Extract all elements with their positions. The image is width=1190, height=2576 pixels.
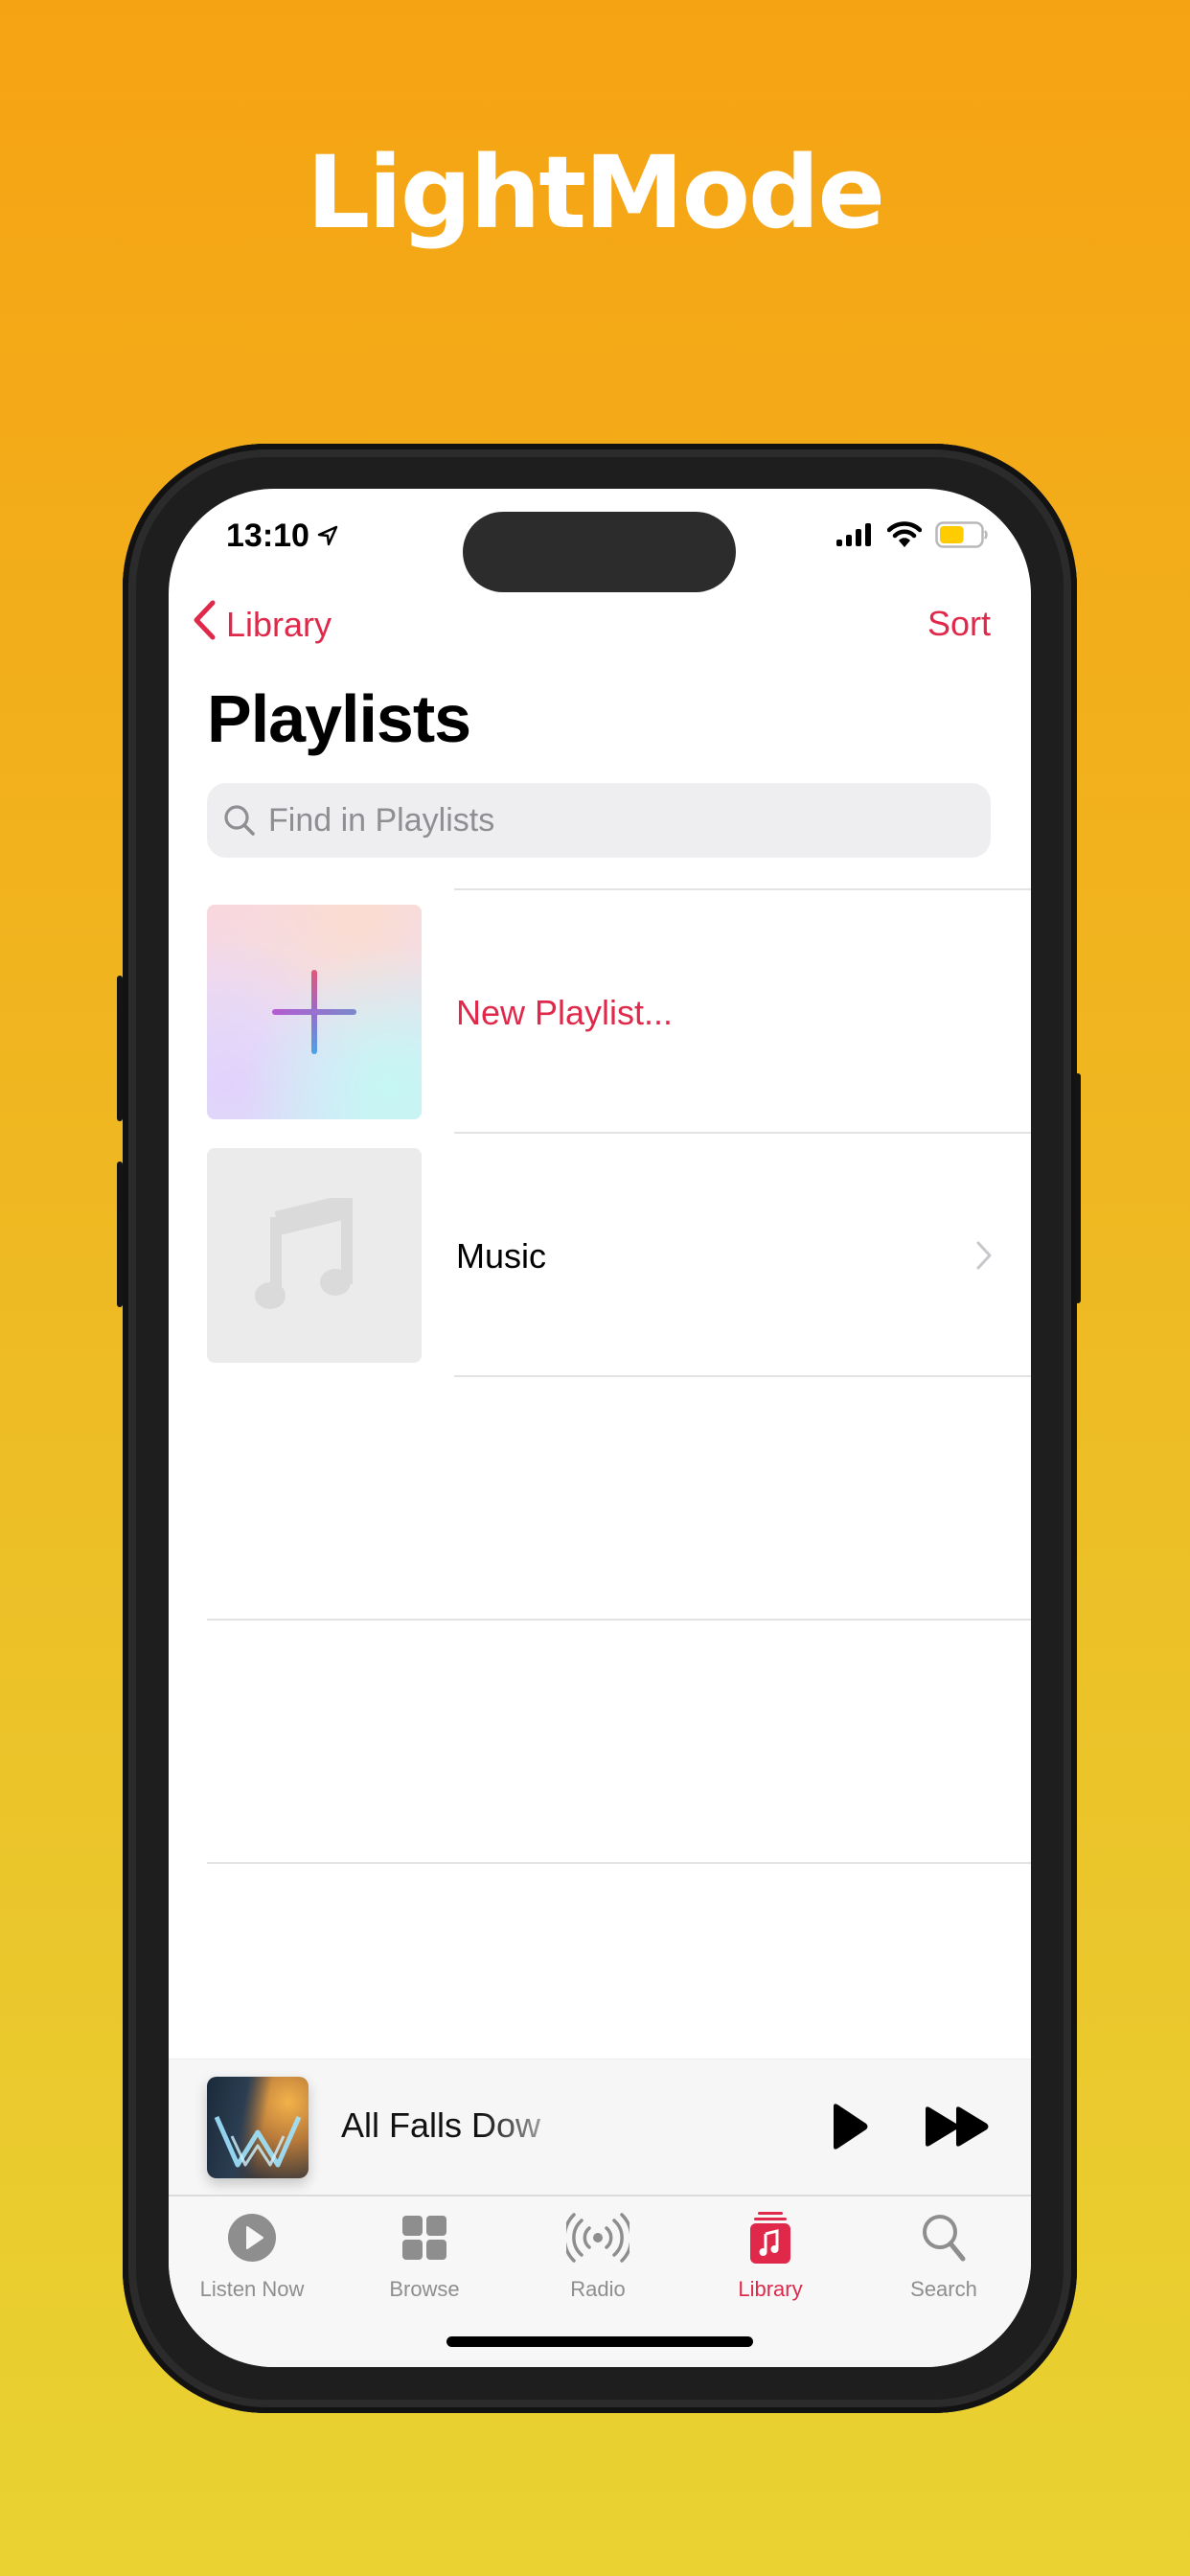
tab-label: Library: [738, 2277, 803, 2301]
hero-title: LightMode: [306, 134, 885, 251]
chevron-right-icon: [975, 1240, 993, 1276]
volume-up-button: [117, 976, 123, 1121]
new-playlist-label: New Playlist...: [456, 993, 674, 1032]
search-field[interactable]: [207, 783, 991, 858]
music-playlist-artwork: [207, 1148, 422, 1363]
status-icons: [835, 521, 989, 553]
mini-player[interactable]: All Falls Dow: [169, 2058, 1031, 2196]
sort-button[interactable]: Sort: [927, 604, 991, 644]
phone-screen: 13:10 Library Sort Playlists Find in Pla…: [169, 489, 1031, 2367]
now-playing-artwork: [207, 2077, 309, 2178]
row-separator: [207, 1619, 1031, 1621]
status-time-group: 13:10: [226, 518, 338, 555]
tab-label: Radio: [570, 2277, 626, 2301]
battery-icon: [935, 521, 989, 553]
dynamic-island: [463, 512, 736, 592]
playlist-row-music[interactable]: Music: [169, 1148, 1031, 1392]
chevron-left-icon: [192, 599, 217, 650]
tab-radio[interactable]: Radio: [526, 2208, 670, 2302]
now-playing-title: All Falls Dow: [341, 2105, 541, 2145]
wifi-icon: [886, 521, 923, 553]
row-separator: [454, 888, 1031, 890]
back-button-label: Library: [226, 604, 332, 644]
search-icon: [222, 803, 257, 838]
page-title: Playlists: [207, 681, 471, 756]
tab-search[interactable]: Search: [872, 2208, 1016, 2302]
radio-broadcast-icon: [562, 2212, 633, 2267]
play-icon[interactable]: [830, 2103, 870, 2155]
row-separator: [207, 1862, 1031, 1864]
fast-forward-icon[interactable]: [924, 2105, 993, 2152]
library-music-icon: [748, 2211, 792, 2269]
tab-label: Browse: [389, 2277, 460, 2301]
tab-library[interactable]: Library: [698, 2208, 842, 2302]
tab-browse[interactable]: Browse: [353, 2208, 496, 2302]
music-note-icon: [255, 1194, 360, 1318]
music-playlist-label: Music: [456, 1236, 547, 1276]
cellular-signal-icon: [835, 522, 874, 552]
grid-icon: [401, 2215, 447, 2266]
new-playlist-row[interactable]: New Playlist...: [169, 905, 1031, 1148]
status-time: 13:10: [226, 518, 309, 554]
plus-icon: [270, 968, 358, 1061]
search-icon: [921, 2213, 967, 2267]
power-button: [1075, 1073, 1081, 1303]
tab-label: Listen Now: [199, 2277, 305, 2301]
play-circle-icon: [227, 2213, 277, 2267]
tab-listen-now[interactable]: Listen Now: [180, 2208, 324, 2302]
tab-label: Search: [910, 2277, 977, 2301]
volume-down-button: [117, 1162, 123, 1307]
home-indicator[interactable]: [446, 2336, 753, 2347]
new-playlist-artwork: [207, 905, 422, 1119]
search-input[interactable]: [266, 800, 941, 840]
back-button[interactable]: Library: [192, 599, 332, 650]
location-arrow-icon: [317, 518, 338, 555]
